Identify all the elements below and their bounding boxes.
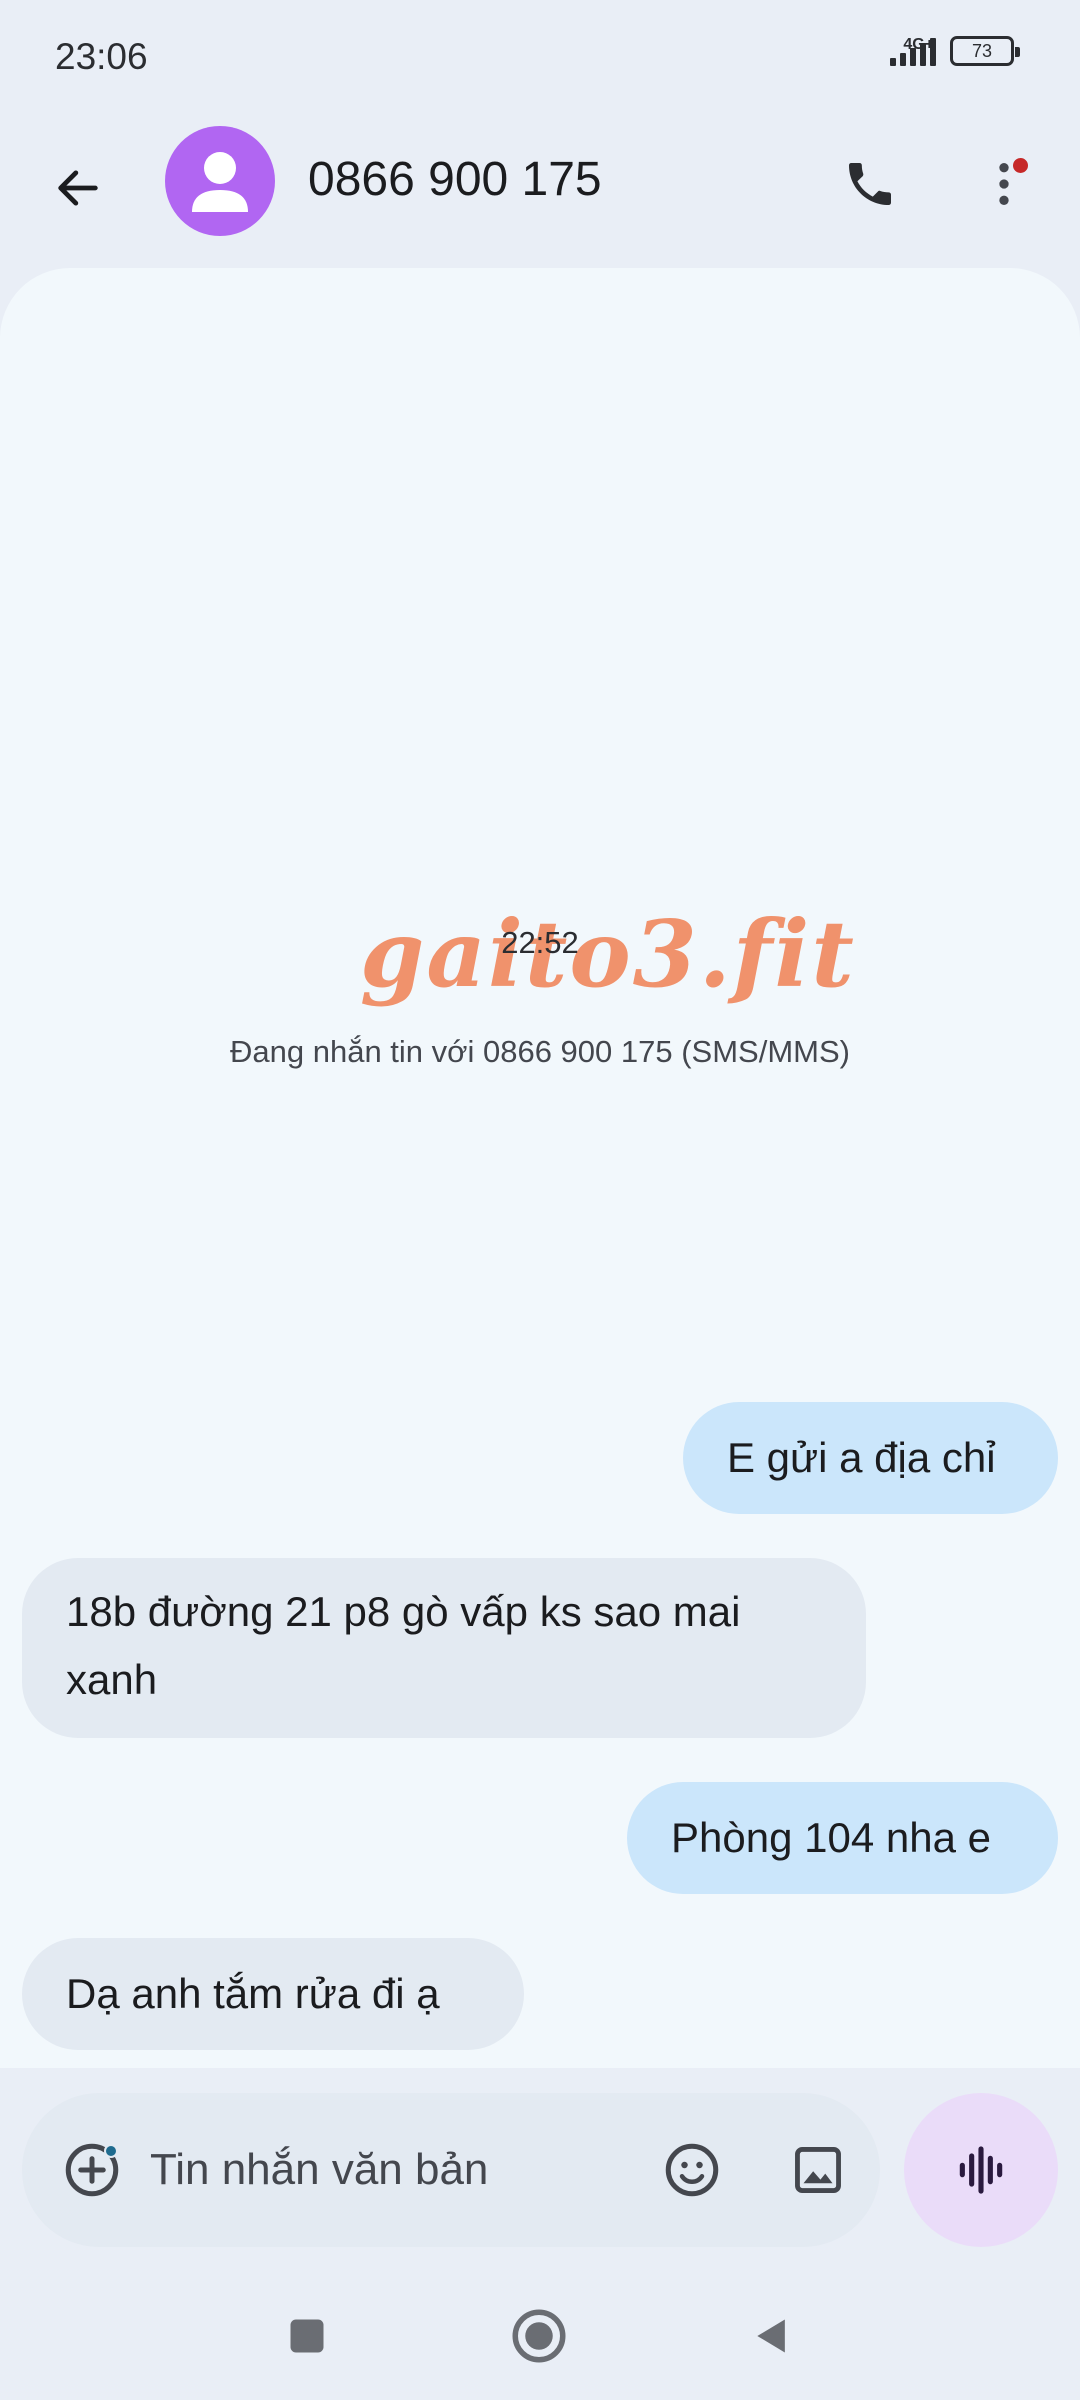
message-text-line: xanh (66, 1656, 158, 1703)
waveform-icon (959, 2146, 1003, 2194)
message-bubble-outgoing[interactable]: Phòng 104 nha e (627, 1782, 1058, 1894)
battery-level: 73 (971, 40, 993, 61)
message-input[interactable] (150, 2135, 630, 2205)
message-text: E gửi a địa chỉ (727, 1434, 996, 1481)
voice-message-button[interactable] (904, 2093, 1058, 2247)
emoji-button[interactable] (652, 2130, 732, 2210)
notification-dot (1013, 158, 1028, 173)
app-bar: 0866 900 175 (0, 118, 1080, 268)
message-bubble-incoming[interactable]: Dạ anh tắm rửa đi ạ (22, 1938, 524, 2050)
message-bubble-outgoing[interactable]: E gửi a địa chỉ (683, 1402, 1058, 1514)
signal-strength-icon (890, 36, 936, 66)
status-indicators: 73 (890, 36, 1020, 66)
nav-home-button[interactable] (499, 2296, 579, 2376)
contact-avatar[interactable] (165, 126, 275, 236)
message-text: Dạ anh tắm rửa đi ạ (66, 1970, 440, 2017)
circle-icon (512, 2309, 566, 2363)
system-navigation-bar (0, 2268, 1080, 2400)
arrow-left-icon (58, 170, 98, 206)
contact-title[interactable]: 0866 900 175 (308, 152, 602, 207)
message-timestamp: 22:52 (501, 925, 579, 960)
gallery-button[interactable] (778, 2130, 858, 2210)
add-attachment-button[interactable] (52, 2130, 132, 2210)
message-text-line: 18b đường 21 p8 gò vấp ks sao mai (66, 1588, 741, 1635)
back-button[interactable] (38, 148, 118, 228)
nav-recents-button[interactable] (267, 2296, 347, 2376)
triangle-left-icon (757, 2319, 785, 2353)
call-button[interactable] (830, 144, 910, 224)
nav-back-button[interactable] (732, 2296, 812, 2376)
message-text: Phòng 104 nha e (671, 1814, 991, 1861)
message-composer (22, 2093, 880, 2247)
more-options-button[interactable] (964, 144, 1044, 224)
person-icon (192, 152, 248, 212)
status-bar: 23:06 4G+ 73 (0, 0, 1080, 118)
smile-icon (665, 2143, 719, 2197)
battery-icon: 73 (950, 36, 1020, 66)
status-time: 23:06 (55, 36, 148, 77)
message-bubble-incoming[interactable]: 18b đường 21 p8 gò vấp ks sao mai xanh (22, 1558, 866, 1738)
image-icon (795, 2147, 841, 2193)
phone-icon (849, 163, 891, 205)
notification-dot (104, 2144, 118, 2158)
square-icon (290, 2319, 324, 2353)
conversation-info: Đang nhắn tin với 0866 900 175 (SMS/MMS) (230, 1034, 850, 1069)
